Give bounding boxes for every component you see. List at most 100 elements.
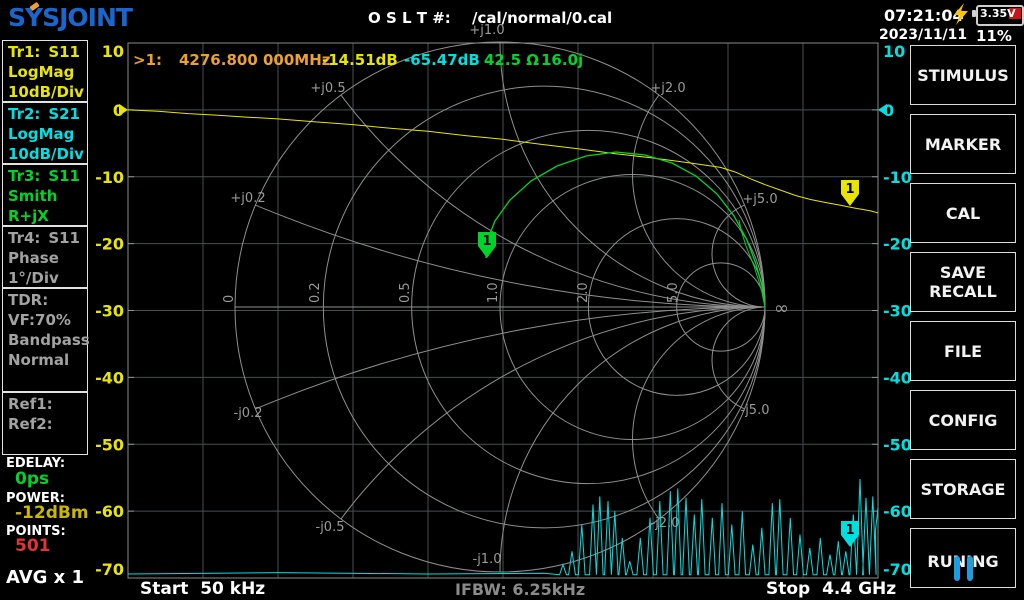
marker-flag-3[interactable]: 1	[478, 232, 496, 258]
menu-button-cal[interactable]: CAL	[910, 183, 1016, 243]
ifbw-value: IFBW: 6.25kHz	[455, 580, 585, 599]
tdr-config[interactable]: TDR: VF:70% Bandpass Normal	[2, 288, 88, 392]
brand-logo: SYSJOINT	[8, 3, 132, 32]
trace2-id: Tr2:	[8, 104, 40, 124]
trace4-config[interactable]: Tr4: S11 Phase 1°/Div	[2, 226, 88, 288]
smith-labels: +j0.2+j0.5+j1.0+j2.0+j5.0-j0.2-j0.5-j1.0…	[222, 23, 789, 567]
trace1-config[interactable]: Tr1: S11 LogMag 10dB/Div	[2, 40, 88, 102]
svg-text:5.0: 5.0	[666, 282, 681, 303]
trace3-config[interactable]: Tr3: S11 Smith R+jX	[2, 164, 88, 226]
svg-text:1: 1	[482, 234, 491, 249]
trace3-id: Tr3:	[8, 166, 40, 186]
svg-text:-40: -40	[883, 368, 912, 387]
menu-button-storage[interactable]: STORAGE	[910, 459, 1016, 519]
menu-button-marker[interactable]: MARKER	[910, 114, 1016, 174]
trace1-scale: 10dB/Div	[8, 82, 87, 102]
svg-text:-20: -20	[883, 235, 912, 254]
svg-text:-20: -20	[95, 235, 124, 254]
trace3-param: S11	[48, 166, 80, 186]
svg-text:∞: ∞	[774, 298, 789, 319]
svg-text:+j0.5: +j0.5	[310, 81, 345, 96]
svg-text:0.5: 0.5	[398, 282, 413, 303]
tdr-window: Normal	[8, 350, 87, 370]
svg-text:-10: -10	[95, 168, 124, 187]
trace2-config[interactable]: Tr2: S21 LogMag 10dB/Div	[2, 102, 88, 164]
smith-grid	[0, 0, 1024, 600]
trace2-format: LogMag	[8, 124, 87, 144]
power-value[interactable]: -12dBm	[15, 503, 89, 523]
stop-frequency[interactable]: Stop 4.4 GHz	[766, 579, 896, 599]
trace1-id: Tr1:	[8, 42, 40, 62]
trace4-scale: 1°/Div	[8, 268, 87, 288]
edelay-value[interactable]: 0ps	[15, 469, 49, 489]
date: 2023/11/11	[879, 27, 967, 43]
trace4-param: S11	[48, 228, 80, 248]
marker-frequency: 4276.800 000MHz	[179, 51, 331, 69]
start-frequency[interactable]: Start 50 kHz	[140, 579, 265, 599]
svg-text:-30: -30	[883, 302, 912, 321]
trace-tr3-s11-smith	[486, 152, 765, 307]
svg-text:-30: -30	[95, 302, 124, 321]
svg-text:-70: -70	[883, 560, 912, 579]
marker-flag-2[interactable]: 1	[841, 521, 859, 547]
menu-button-running[interactable]: RUNING	[910, 528, 1016, 588]
pause-icon	[911, 556, 1015, 581]
ref-config[interactable]: Ref1: Ref2:	[2, 392, 88, 455]
menu-button-save-recall[interactable]: SAVE RECALL	[910, 252, 1016, 312]
trace3-scale: R+jX	[8, 206, 87, 226]
trace3-format: Smith	[8, 186, 87, 206]
rect-grid	[128, 43, 878, 578]
svg-text:-70: -70	[95, 560, 124, 579]
svg-text:1.0: 1.0	[486, 282, 501, 303]
vna-screen: +j0.2+j0.5+j1.0+j2.0+j5.0-j0.2-j0.5-j1.0…	[0, 0, 1024, 600]
ref2-label: Ref2:	[8, 414, 87, 434]
svg-text:-j5.0: -j5.0	[741, 403, 770, 418]
svg-text:-40: -40	[95, 368, 124, 387]
trace1-format: LogMag	[8, 62, 87, 82]
charging-bolt-icon	[951, 2, 971, 26]
svg-text:-50: -50	[95, 435, 124, 454]
svg-text:10: 10	[883, 42, 905, 61]
marker-reactance-value: 16.0j	[541, 51, 583, 69]
battery-percent: 11%	[976, 27, 1012, 45]
svg-text:-j1.0: -j1.0	[473, 552, 502, 567]
trace2-param: S21	[48, 104, 80, 124]
trace1-param: S11	[48, 42, 80, 62]
svg-text:-60: -60	[883, 502, 912, 521]
marker-id: >1:	[133, 51, 162, 69]
svg-text:1: 1	[845, 523, 854, 538]
smith-reactance-arcs	[0, 0, 1024, 600]
svg-text:-j2.0: -j2.0	[651, 516, 680, 531]
svg-text:0: 0	[222, 295, 237, 303]
battery-icon: 3.35V	[976, 5, 1024, 26]
cal-file-path: /cal/normal/0.cal	[472, 9, 612, 27]
svg-text:1: 1	[845, 182, 854, 197]
tdr-label: TDR:	[8, 290, 87, 310]
battery-voltage: 3.35V	[980, 7, 1016, 20]
menu-button-file[interactable]: FILE	[910, 321, 1016, 381]
svg-text:0.2: 0.2	[308, 282, 323, 303]
cal-status-label: O S L T #:	[368, 9, 451, 27]
battery-terminal	[972, 10, 976, 17]
trace4-id: Tr4:	[8, 228, 40, 248]
svg-text:2.0: 2.0	[576, 282, 591, 303]
svg-text:-10: -10	[883, 168, 912, 187]
trace2-scale: 10dB/Div	[8, 144, 87, 164]
menu-button-config[interactable]: CONFIG	[910, 390, 1016, 450]
points-value[interactable]: 501	[15, 536, 51, 556]
svg-text:+j0.2: +j0.2	[230, 191, 265, 206]
marker-resistance-value: 42.5 Ω	[484, 51, 539, 69]
avg-indicator[interactable]: AVG x 1	[6, 567, 84, 588]
svg-text:-60: -60	[95, 502, 124, 521]
marker-tr2-value: -65.47dB	[404, 51, 480, 69]
svg-text:-j0.2: -j0.2	[234, 406, 263, 421]
svg-text:10: 10	[102, 42, 124, 61]
menu-button-stimulus[interactable]: STIMULUS	[910, 45, 1016, 105]
svg-text:-j0.5: -j0.5	[316, 520, 345, 535]
marker-flag-1[interactable]: 1	[841, 180, 859, 206]
marker-tr1-value: -14.51dB	[322, 51, 398, 69]
ref1-label: Ref1:	[8, 394, 87, 414]
svg-text:-50: -50	[883, 435, 912, 454]
trace4-format: Phase	[8, 248, 87, 268]
svg-text:+j2.0: +j2.0	[650, 81, 685, 96]
